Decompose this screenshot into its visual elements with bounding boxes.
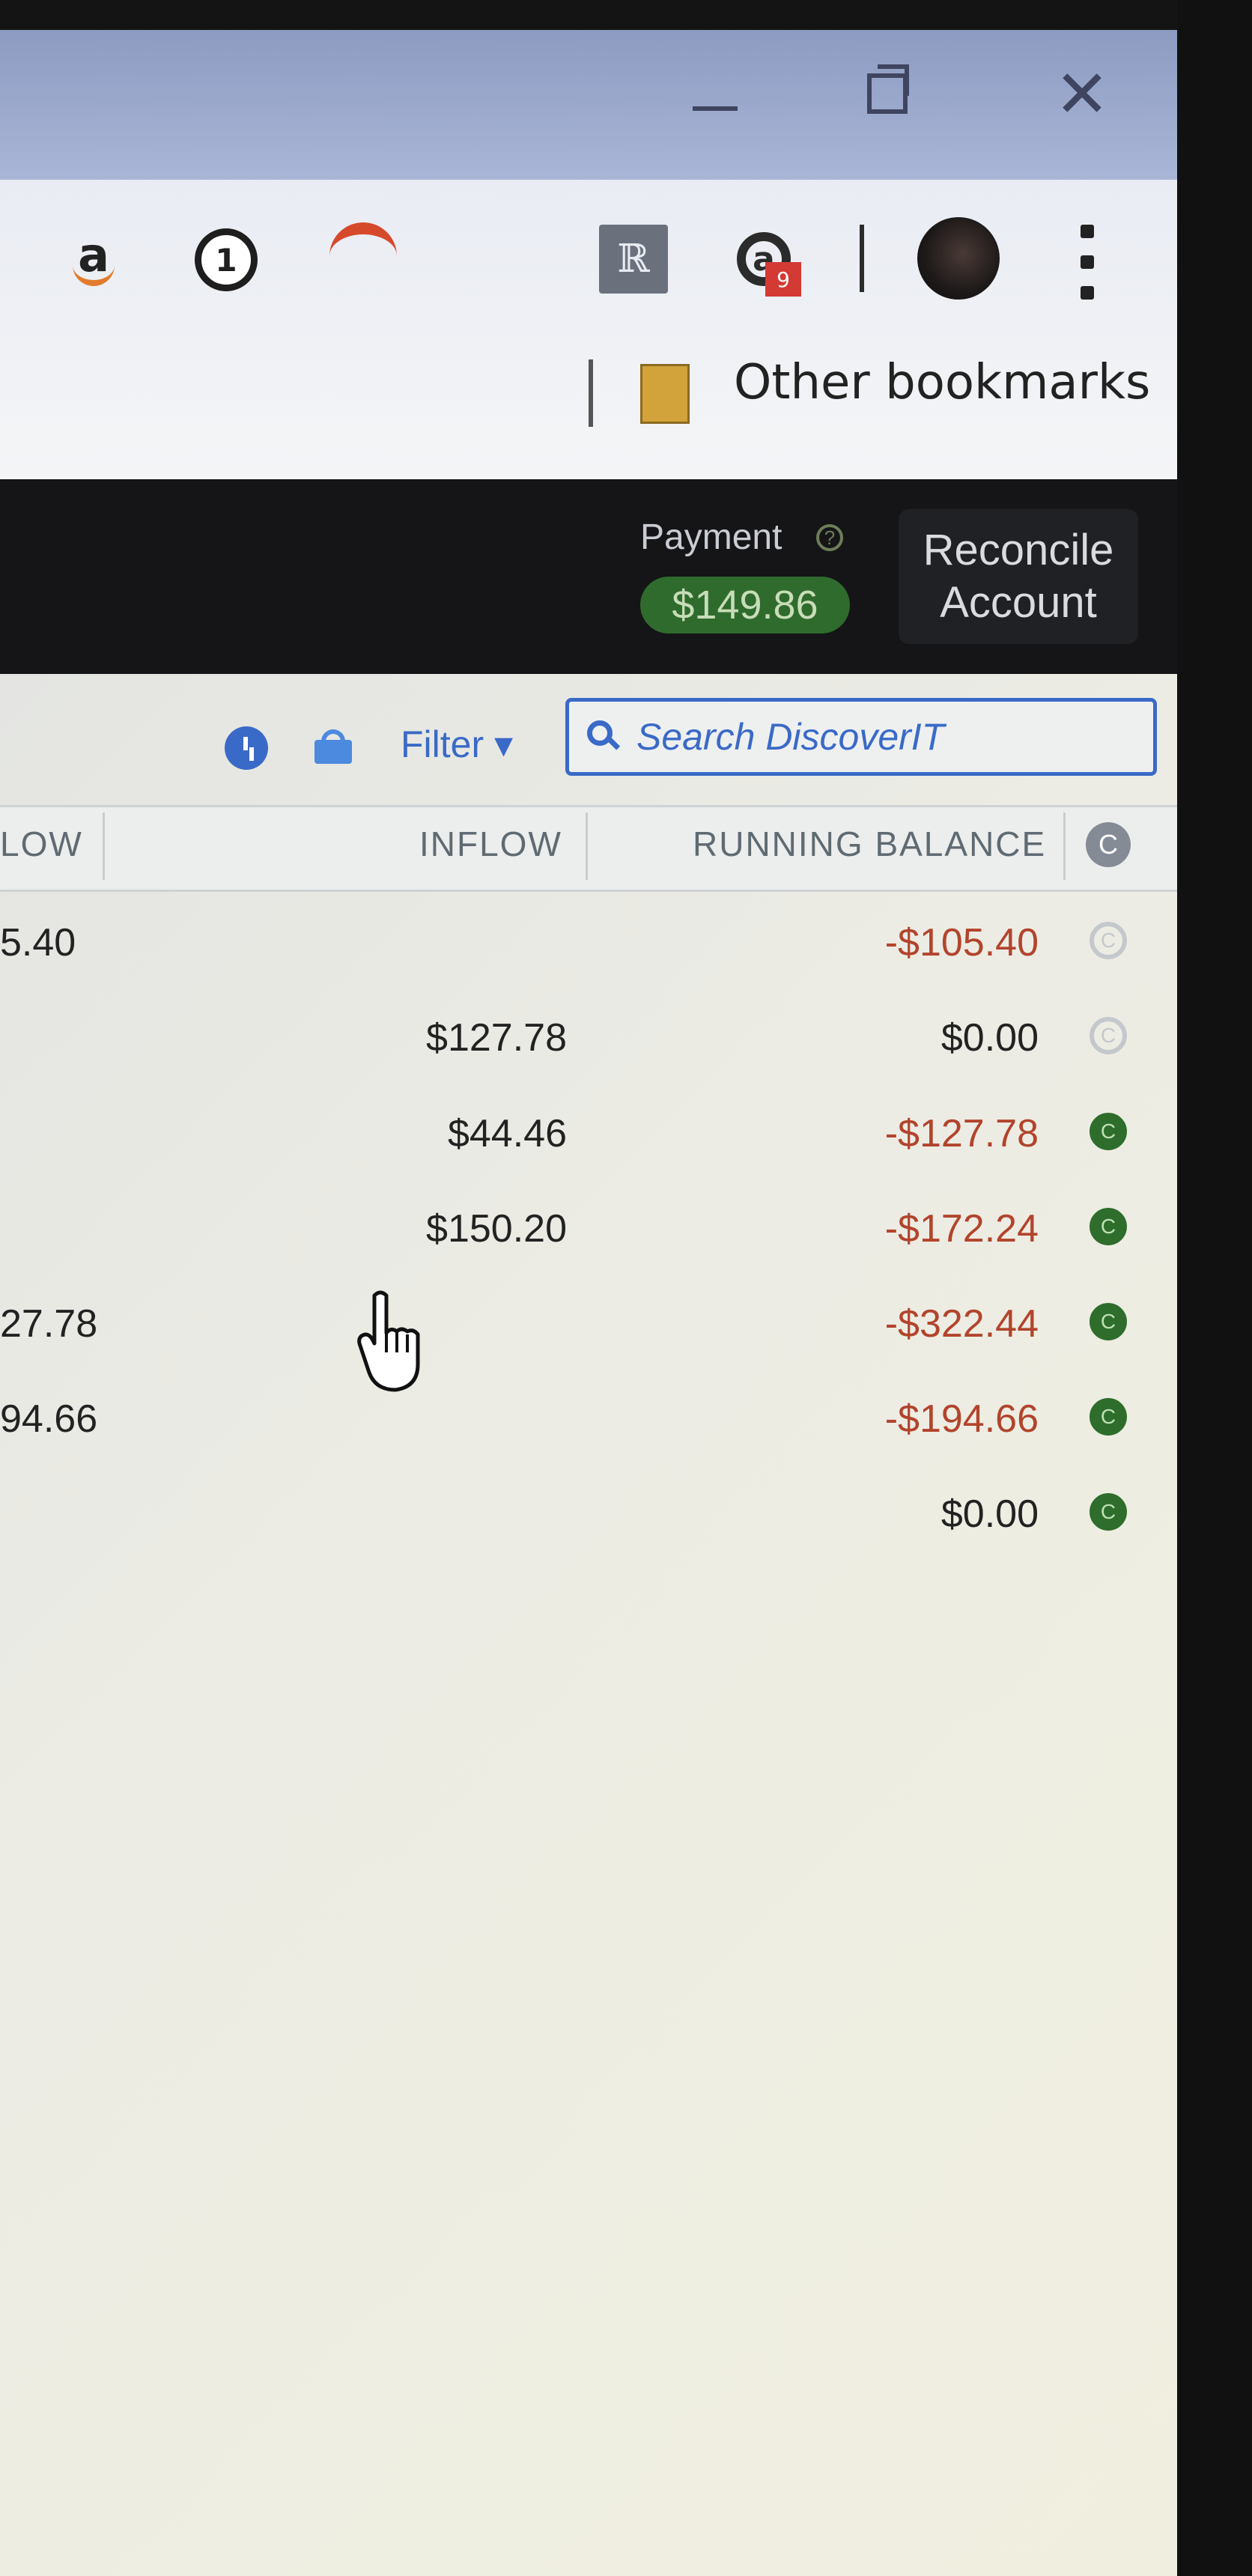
cleared-column-icon[interactable]: C bbox=[1086, 822, 1131, 867]
cleared-status-icon[interactable]: C bbox=[1090, 1303, 1127, 1340]
payment-amount: $149.86 bbox=[640, 577, 850, 634]
cleared-status-icon[interactable]: C bbox=[1090, 1017, 1127, 1054]
browser-toolbar bbox=[0, 180, 1177, 479]
arc-extension-icon[interactable] bbox=[322, 222, 404, 270]
running-balance-cell: -$105.40 bbox=[884, 921, 1039, 965]
close-button[interactable]: ✕ bbox=[1041, 55, 1123, 133]
search-input[interactable] bbox=[635, 714, 1147, 759]
toolbar-separator bbox=[860, 225, 864, 292]
minimize-button[interactable] bbox=[674, 60, 756, 127]
search-icon bbox=[587, 720, 621, 753]
reconcile-account-button[interactable]: Reconcile Account bbox=[899, 509, 1138, 644]
hand-cursor-icon bbox=[357, 1290, 420, 1392]
running-balance-cell: $0.00 bbox=[940, 1016, 1039, 1060]
table-row[interactable]: $0.00 C bbox=[0, 1466, 1177, 1561]
table-row[interactable]: $44.46 -$127.78 C bbox=[0, 1086, 1177, 1180]
cleared-status-icon[interactable]: C bbox=[1090, 1493, 1127, 1531]
outflow-cell: 27.78 bbox=[0, 1302, 98, 1346]
table-row[interactable]: $127.78 $0.00 C bbox=[0, 990, 1177, 1084]
inflow-cell: $150.20 bbox=[426, 1207, 567, 1251]
restore-button[interactable] bbox=[846, 60, 929, 127]
menu-dots-icon[interactable] bbox=[1072, 225, 1102, 300]
lock-icon[interactable] bbox=[314, 729, 352, 764]
table-row[interactable]: 94.66 -$194.66 C bbox=[0, 1371, 1177, 1465]
onepassword-icon[interactable]: 1 bbox=[195, 228, 258, 291]
payment-label: Payment bbox=[640, 517, 782, 557]
inflow-column-header[interactable]: INFLOW bbox=[419, 824, 562, 864]
running-balance-cell: -$194.66 bbox=[884, 1397, 1039, 1441]
minimize-icon bbox=[693, 106, 738, 111]
browser-title-bar bbox=[0, 30, 1177, 180]
table-row[interactable]: 5.40 -$105.40 C bbox=[0, 895, 1177, 989]
running-balance-column-header: RUNNING BALANCE bbox=[693, 824, 1047, 863]
r-extension-icon[interactable]: ℝ bbox=[599, 225, 668, 294]
help-icon[interactable]: ? bbox=[816, 524, 843, 551]
folder-icon bbox=[640, 364, 690, 424]
other-bookmarks-link[interactable]: Other bookmarks bbox=[734, 355, 1150, 410]
cleared-status-icon[interactable]: C bbox=[1090, 1208, 1127, 1245]
column-divider[interactable] bbox=[586, 812, 588, 880]
outflow-cell: 5.40 bbox=[0, 921, 76, 965]
column-divider[interactable] bbox=[103, 812, 105, 880]
close-icon: ✕ bbox=[1054, 55, 1110, 133]
clock-icon[interactable] bbox=[225, 726, 268, 770]
running-balance-cell: -$322.44 bbox=[884, 1302, 1039, 1346]
running-balance-cell: -$127.78 bbox=[884, 1112, 1039, 1155]
filter-button[interactable]: Filter ▾ bbox=[401, 723, 513, 766]
outflow-column-header[interactable]: LOW bbox=[0, 824, 83, 864]
amazon-smile bbox=[73, 265, 115, 286]
inflow-cell: $127.78 bbox=[426, 1016, 567, 1060]
search-box[interactable] bbox=[565, 698, 1157, 776]
running-balance-cell: -$172.24 bbox=[884, 1207, 1039, 1251]
cleared-status-icon[interactable]: C bbox=[1090, 1113, 1127, 1150]
outflow-cell: 94.66 bbox=[0, 1397, 98, 1441]
restore-icon bbox=[867, 64, 909, 114]
inflow-cell: $44.46 bbox=[447, 1112, 567, 1155]
running-balance-cell: $0.00 bbox=[940, 1492, 1039, 1536]
cleared-status-icon[interactable]: C bbox=[1090, 922, 1127, 959]
monitor-bezel-top bbox=[0, 0, 1252, 30]
amazon-assistant-button[interactable]: a bbox=[60, 217, 127, 292]
bookmarks-separator bbox=[589, 359, 593, 427]
cleared-status-icon[interactable]: C bbox=[1090, 1398, 1127, 1436]
extension-badge: 9 bbox=[765, 262, 801, 297]
table-row[interactable]: $150.20 -$172.24 C bbox=[0, 1181, 1177, 1275]
avatar[interactable] bbox=[917, 217, 1000, 300]
monitor-bezel-right bbox=[1177, 0, 1252, 2576]
column-divider bbox=[1063, 812, 1066, 880]
a-extension-button[interactable]: a 9 bbox=[726, 222, 801, 297]
table-row[interactable]: 27.78 -$322.44 C bbox=[0, 1276, 1177, 1370]
